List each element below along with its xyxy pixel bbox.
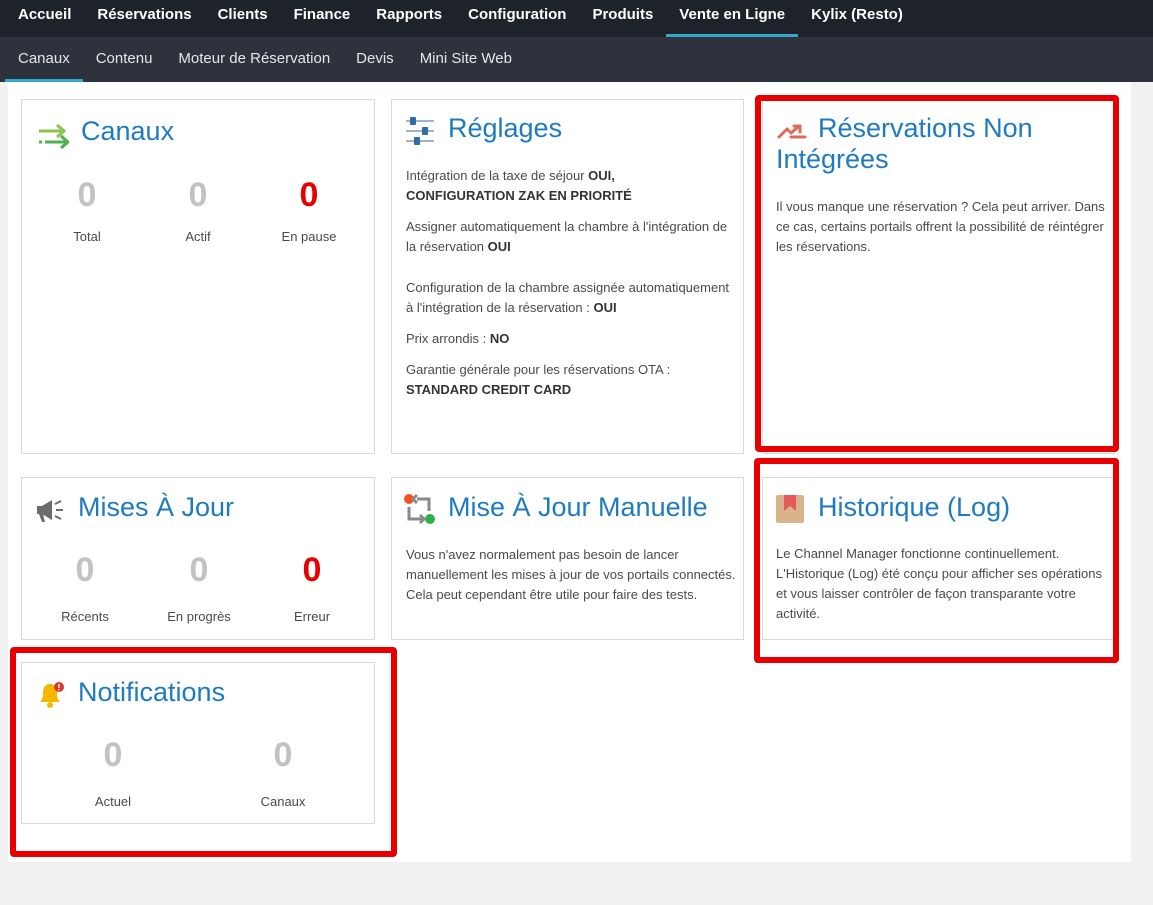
nav-kylix-resto[interactable]: Kylix (Resto) xyxy=(798,0,916,37)
nav-clients[interactable]: Clients xyxy=(205,0,281,37)
megaphone-icon xyxy=(35,498,65,529)
nav-reservations[interactable]: Réservations xyxy=(84,0,204,37)
stat-actif: 0 Actif xyxy=(143,175,253,246)
mise-a-jour-manuelle-title[interactable]: Mise À Jour Manuelle xyxy=(448,492,708,523)
setting-assign-value: OUI xyxy=(487,239,511,254)
canaux-title[interactable]: Canaux xyxy=(81,116,174,147)
nav-finance[interactable]: Finance xyxy=(281,0,364,37)
stat-total: 0 Total xyxy=(32,175,142,246)
manual-sync-icon xyxy=(403,493,437,530)
setting-garantie: Garantie générale pour les réservations … xyxy=(406,360,732,400)
reglages-card[interactable]: Réglages Intégration de la taxe de séjou… xyxy=(391,99,744,454)
nav-produits[interactable]: Produits xyxy=(579,0,666,37)
nav-vente-en-ligne[interactable]: Vente en Ligne xyxy=(666,0,799,37)
stat-actif-label: Actif xyxy=(185,229,211,244)
stat-erreur-label: Erreur xyxy=(293,609,331,624)
setting-taxe-priority: CONFIGURATION ZAK EN PRIORITÉ xyxy=(406,188,632,203)
highlight-non-integrees xyxy=(755,95,1119,452)
nav-accueil[interactable]: Accueil xyxy=(0,0,84,37)
setting-config-value: OUI xyxy=(593,300,617,315)
setting-taxe-sejour: Intégration de la taxe de séjour OUI, CO… xyxy=(406,166,732,206)
stat-en-progres: 0 En progrès xyxy=(144,550,254,626)
setting-taxe-value: OUI, xyxy=(588,168,615,183)
mise-a-jour-manuelle-description: Vous n'avez normalement pas besoin de la… xyxy=(406,547,736,602)
reglages-title[interactable]: Réglages xyxy=(448,113,562,144)
mise-a-jour-manuelle-card[interactable]: Mise À Jour Manuelle Vous n'avez normale… xyxy=(391,477,744,640)
top-navigation: Accueil Réservations Clients Finance Rap… xyxy=(0,0,1153,37)
stat-en-progres-label: En progrès xyxy=(167,609,231,624)
stat-total-label: Total xyxy=(73,229,101,244)
subnav-contenu[interactable]: Contenu xyxy=(83,37,166,82)
mises-a-jour-title[interactable]: Mises À Jour xyxy=(78,492,234,523)
stat-en-pause-value: 0 xyxy=(299,176,319,214)
stat-en-pause-label: En pause xyxy=(281,229,337,244)
stat-recents-value: 0 xyxy=(75,551,95,589)
setting-garantie-value: STANDARD CREDIT CARD xyxy=(406,382,572,397)
setting-garantie-text: Garantie générale pour les réservations … xyxy=(406,362,671,377)
stat-erreur: 0 Erreur xyxy=(257,550,367,626)
nav-configuration[interactable]: Configuration xyxy=(455,0,579,37)
subnav-mini-site-web[interactable]: Mini Site Web xyxy=(407,37,525,82)
setting-prix-value: NO xyxy=(489,331,510,346)
stat-actif-value: 0 xyxy=(188,176,208,214)
arrows-transfer-icon xyxy=(37,122,71,155)
stat-en-pause: 0 En pause xyxy=(254,175,364,246)
stat-total-value: 0 xyxy=(77,176,97,214)
sliders-icon xyxy=(405,117,435,150)
setting-taxe-text: Intégration de la taxe de séjour xyxy=(406,168,589,183)
setting-prix-arrondis: Prix arrondis : NO xyxy=(406,329,732,349)
reglages-settings: Intégration de la taxe de séjour OUI, CO… xyxy=(406,166,732,411)
setting-prix-text: Prix arrondis : xyxy=(406,331,490,346)
subnav-canaux[interactable]: Canaux xyxy=(0,37,83,82)
highlight-notifications xyxy=(10,647,397,857)
nav-rapports[interactable]: Rapports xyxy=(363,0,455,37)
stat-recents-label: Récents xyxy=(61,609,109,624)
sub-navigation: Canaux Contenu Moteur de Réservation Dev… xyxy=(0,37,1153,82)
setting-assign-text: Assigner automatiquement la chambre à l'… xyxy=(406,219,728,254)
mises-a-jour-card[interactable]: Mises À Jour 0 Récents 0 En progrès 0 Er… xyxy=(21,477,375,640)
highlight-historique xyxy=(754,458,1119,663)
subnav-moteur-reservation[interactable]: Moteur de Réservation xyxy=(165,37,343,82)
setting-config-chambre: Configuration de la chambre assignée aut… xyxy=(406,278,732,318)
subnav-devis[interactable]: Devis xyxy=(343,37,407,82)
canaux-card[interactable]: Canaux 0 Total 0 Actif 0 En pause xyxy=(21,99,375,454)
stat-recents: 0 Récents xyxy=(30,550,140,626)
setting-assign-chambre: Assigner automatiquement la chambre à l'… xyxy=(406,217,732,257)
stat-en-progres-value: 0 xyxy=(189,551,209,589)
stat-erreur-value: 0 xyxy=(302,551,322,589)
setting-config-text: Configuration de la chambre assignée aut… xyxy=(406,280,730,315)
